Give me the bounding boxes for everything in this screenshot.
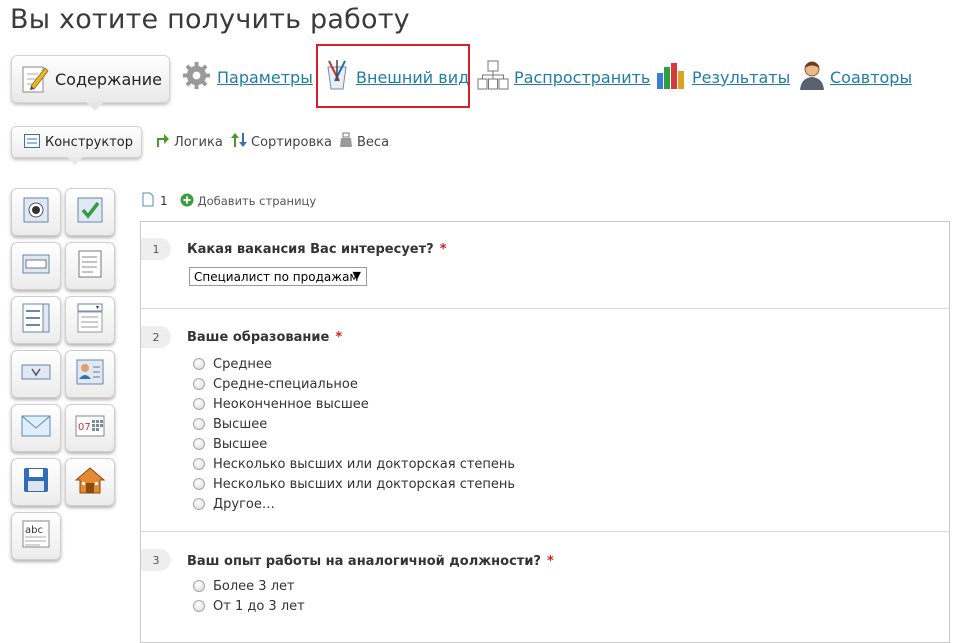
sitemap-icon (477, 59, 509, 95)
nav-results[interactable]: Результаты (655, 60, 790, 94)
user-icon (799, 60, 825, 94)
tab-constructor[interactable]: Конструктор (11, 126, 142, 165)
form-canvas: 1 Какая вакансия Вас интересует? * Специа… (140, 221, 950, 643)
required-mark: * (546, 554, 554, 569)
bar-chart-icon (655, 59, 687, 95)
tab-sort[interactable]: Сортировка (231, 133, 332, 151)
tab-logic-label[interactable]: Логика (174, 135, 223, 150)
tab-weights[interactable]: Веса (339, 132, 389, 152)
page-icon (142, 192, 154, 210)
question-text: Ваш опыт работы на аналогичной должности… (187, 554, 554, 569)
address-tool[interactable] (65, 458, 115, 506)
question-number: 1 (141, 238, 171, 260)
radio-option[interactable]: Несколько высших или докторская степень (193, 475, 515, 493)
rating-tool[interactable] (11, 350, 61, 398)
radio-option[interactable]: Высшее (193, 415, 267, 433)
page-bar: 1 Добавить страницу (142, 192, 317, 210)
required-mark: * (335, 330, 343, 345)
question-text: Какая вакансия Вас интересует? * (187, 242, 447, 257)
radio-tool-icon (23, 197, 49, 227)
highlight-box (316, 44, 470, 108)
radio-button[interactable] (193, 438, 205, 450)
contact-card-tool[interactable] (65, 350, 115, 398)
radio-button[interactable] (193, 358, 205, 370)
vacancy-select[interactable]: Специалист по продажам ▼ (189, 267, 367, 286)
email-tool[interactable] (11, 404, 61, 452)
radio-button[interactable] (193, 398, 205, 410)
dropdown-tool-icon (77, 303, 103, 337)
select-value: Специалист по продажам (194, 269, 359, 284)
nav-coauthors-label[interactable]: Соавторы (830, 68, 912, 87)
form-icon (24, 133, 40, 152)
radio-option[interactable]: Несколько высших или докторская степень (193, 455, 515, 473)
tab-logic[interactable]: Логика (154, 133, 223, 151)
radio-button[interactable] (193, 498, 205, 510)
radio-option[interactable]: От 1 до 3 лет (193, 597, 305, 615)
required-mark: * (439, 242, 447, 257)
tab-weights-label[interactable]: Веса (357, 135, 389, 150)
email-tool-icon (21, 415, 51, 441)
radio-button[interactable] (193, 600, 205, 612)
radio-button[interactable] (193, 418, 205, 430)
nav-distribute[interactable]: Распространить (477, 60, 650, 94)
plus-circle-icon (180, 193, 194, 210)
date-tool-icon: 07 (75, 415, 105, 441)
logic-arrow-icon (154, 132, 170, 152)
tab-constructor-label: Конструктор (45, 134, 133, 150)
radio-option[interactable]: Среднее (193, 355, 272, 373)
nav-results-label[interactable]: Результаты (692, 68, 790, 87)
radio-option[interactable]: Более 3 лет (193, 577, 295, 595)
page-number[interactable]: 1 (160, 194, 168, 208)
radio-option[interactable]: Средне-специальное (193, 375, 358, 393)
svg-text:07: 07 (78, 422, 91, 433)
text-label-tool-icon: abc (22, 520, 50, 552)
checkbox-tool-icon (77, 197, 103, 227)
question-divider (141, 308, 949, 309)
add-page-button[interactable]: Добавить страницу (180, 193, 317, 210)
listbox-tool-icon (22, 303, 50, 337)
contact-card-tool-icon (76, 359, 104, 389)
address-tool-icon (74, 466, 106, 498)
radio-button[interactable] (193, 478, 205, 490)
tab-content[interactable]: Содержание (11, 55, 170, 111)
question-divider (141, 531, 949, 532)
textbox-tool-icon (22, 254, 50, 278)
tab-content-label: Содержание (55, 69, 162, 89)
date-tool[interactable]: 07 (65, 404, 115, 452)
save-tool-icon (23, 467, 49, 497)
nav-distribute-label[interactable]: Распространить (514, 68, 650, 87)
dropdown-arrow-icon: ▼ (352, 269, 361, 282)
radio-option[interactable]: Неоконченное высшее (193, 395, 369, 413)
textarea-tool[interactable] (65, 242, 115, 290)
textarea-tool-icon (78, 250, 102, 282)
question-number: 2 (141, 326, 171, 348)
checkbox-tool[interactable] (65, 188, 115, 236)
sort-arrows-icon (231, 132, 247, 152)
page-title: Вы хотите получить работу (10, 4, 410, 35)
tab-sort-label[interactable]: Сортировка (251, 135, 332, 150)
edit-document-icon (21, 64, 49, 94)
weight-icon (339, 132, 353, 152)
dropdown-tool[interactable] (65, 296, 115, 344)
save-tool[interactable] (11, 458, 61, 506)
listbox-tool[interactable] (11, 296, 61, 344)
question-text: Ваше образование * (187, 330, 343, 345)
add-page-label[interactable]: Добавить страницу (198, 194, 317, 208)
text-label-tool[interactable]: abc (11, 512, 61, 560)
rating-tool-icon (21, 362, 51, 386)
nav-coauthors[interactable]: Соавторы (799, 60, 912, 94)
radio-option[interactable]: Высшее (193, 435, 267, 453)
gear-icon (181, 60, 212, 95)
radio-button[interactable] (193, 378, 205, 390)
nav-params-label[interactable]: Параметры (217, 68, 313, 87)
radio-tool[interactable] (11, 188, 61, 236)
question-number: 3 (141, 549, 171, 571)
radio-button[interactable] (193, 458, 205, 470)
svg-text:abc: abc (25, 525, 43, 536)
textbox-tool[interactable] (11, 242, 61, 290)
nav-params[interactable]: Параметры (181, 60, 313, 94)
radio-option[interactable]: Другое… (193, 495, 275, 513)
radio-button[interactable] (193, 580, 205, 592)
